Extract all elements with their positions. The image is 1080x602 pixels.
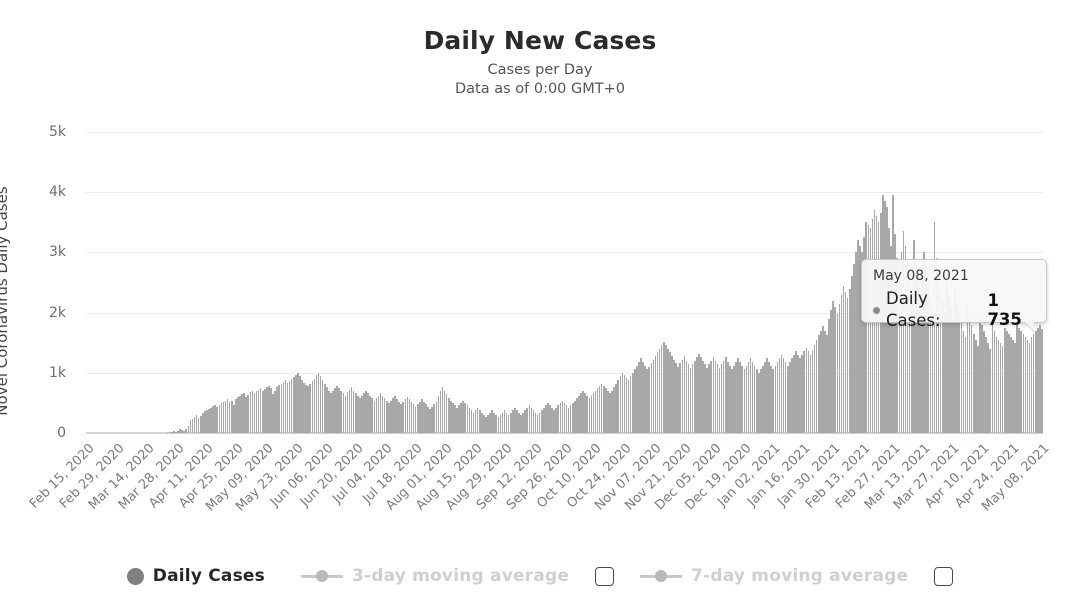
tooltip-arrow-icon <box>1025 322 1034 331</box>
tooltip-date: May 08, 2021 <box>873 268 969 284</box>
tooltip-marker-icon <box>873 306 880 314</box>
checkbox-3day-average[interactable] <box>595 566 615 586</box>
legend-label-3day-average: 3-day moving average <box>351 566 570 586</box>
legend-label-daily-cases: Daily Cases <box>152 566 265 586</box>
legend-line-point-icon <box>300 570 343 582</box>
legend-line-point-icon <box>640 570 683 582</box>
legend-item-7day-average[interactable]: 7-day moving average <box>640 566 908 586</box>
legend-item-daily-cases[interactable]: Daily Cases <box>126 566 265 586</box>
legend-item-3day-average[interactable]: 3-day moving average <box>300 566 570 586</box>
chart-page: Daily New Cases Cases per Day Data as of… <box>0 0 1080 602</box>
checkbox-7day-average[interactable] <box>934 566 954 586</box>
legend-label-7day-average: 7-day moving average <box>691 566 909 586</box>
tooltip-series-label: Daily Cases: <box>886 289 941 330</box>
legend-dot-icon <box>126 567 144 585</box>
data-tooltip: May 08, 2021 Daily Cases: 1 735 <box>861 259 1047 331</box>
chart-legend: Daily Cases 3-day moving average 7-day m… <box>0 556 1080 596</box>
tooltip-series-row: Daily Cases: 1 735 <box>873 288 1036 332</box>
